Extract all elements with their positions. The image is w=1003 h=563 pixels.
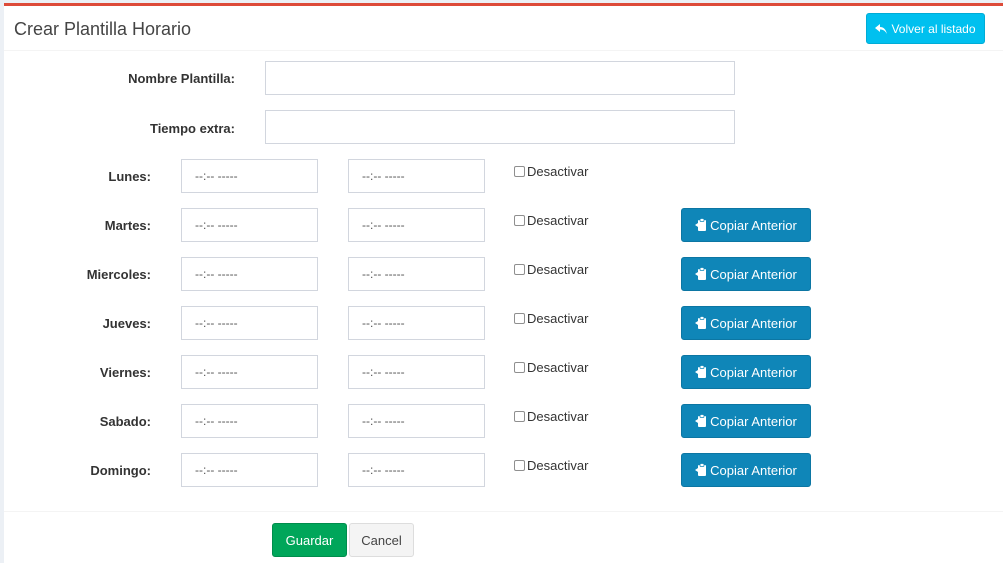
copy-previous-label: Copiar Anterior [710, 266, 797, 282]
lunes-end-time-input[interactable]: --:-- ----- [348, 159, 485, 193]
copy-previous-label: Copiar Anterior [710, 217, 797, 233]
sabado-disable-option: Desactivar [514, 409, 588, 424]
copy-icon [695, 365, 710, 379]
miercoles-copy-previous-button[interactable]: Copiar Anterior [681, 257, 811, 291]
sabado-disable-checkbox[interactable] [514, 411, 525, 422]
viernes-end-time-input[interactable]: --:-- ----- [348, 355, 485, 389]
day-label-sabado: Sabado: [99, 414, 151, 429]
viernes-copy-previous-button[interactable]: Copiar Anterior [681, 355, 811, 389]
martes-copy-previous-button[interactable]: Copiar Anterior [681, 208, 811, 242]
sabado-copy-previous-button[interactable]: Copiar Anterior [681, 404, 811, 438]
domingo-disable-label: Desactivar [527, 458, 589, 473]
day-label-jueves: Jueves: [102, 316, 151, 331]
jueves-disable-checkbox[interactable] [514, 313, 525, 324]
lunes-start-time-input[interactable]: --:-- ----- [181, 159, 318, 193]
martes-end-time-input[interactable]: --:-- ----- [348, 208, 485, 242]
martes-disable-label: Desactivar [527, 213, 589, 228]
copy-previous-label: Copiar Anterior [710, 413, 797, 429]
day-label-domingo: Domingo: [90, 463, 151, 478]
back-to-list-label: Volver al listado [891, 21, 976, 36]
jueves-disable-option: Desactivar [514, 311, 588, 326]
copy-previous-label: Copiar Anterior [710, 315, 797, 331]
miercoles-disable-option: Desactivar [514, 262, 588, 277]
miercoles-disable-label: Desactivar [527, 262, 589, 277]
domingo-start-time-input[interactable]: --:-- ----- [181, 453, 318, 487]
martes-disable-option: Desactivar [514, 213, 588, 228]
sabado-start-time-input[interactable]: --:-- ----- [181, 404, 318, 438]
viernes-start-time-input[interactable]: --:-- ----- [181, 355, 318, 389]
copy-icon [695, 316, 710, 330]
martes-disable-checkbox[interactable] [514, 215, 525, 226]
nombre-plantilla-input[interactable] [265, 61, 735, 95]
martes-start-time-input[interactable]: --:-- ----- [181, 208, 318, 242]
copy-icon [695, 267, 710, 281]
nombre-plantilla-label: Nombre Plantilla: [128, 71, 235, 86]
back-to-list-button[interactable]: Volver al listado [866, 13, 985, 44]
miercoles-start-time-input[interactable]: --:-- ----- [181, 257, 318, 291]
template-form-box: Crear Plantilla Horario Volver al listad… [4, 3, 1003, 563]
reply-icon [875, 23, 888, 34]
tiempo-extra-input[interactable] [265, 110, 735, 144]
jueves-start-time-input[interactable]: --:-- ----- [181, 306, 318, 340]
day-label-lunes: Lunes: [108, 169, 151, 184]
domingo-end-time-input[interactable]: --:-- ----- [348, 453, 485, 487]
lunes-disable-checkbox[interactable] [514, 166, 525, 177]
miercoles-disable-checkbox[interactable] [514, 264, 525, 275]
box-header: Crear Plantilla Horario Volver al listad… [4, 6, 1003, 51]
copy-icon [695, 414, 710, 428]
jueves-disable-label: Desactivar [527, 311, 589, 326]
cancel-button[interactable]: Cancel [349, 523, 414, 557]
domingo-copy-previous-button[interactable]: Copiar Anterior [681, 453, 811, 487]
day-label-miercoles: Miercoles: [86, 267, 151, 282]
tiempo-extra-label: Tiempo extra: [149, 121, 235, 136]
box-footer-divider [4, 511, 1003, 512]
copy-previous-label: Copiar Anterior [710, 462, 797, 478]
page-title: Crear Plantilla Horario [14, 19, 192, 39]
viernes-disable-option: Desactivar [514, 360, 588, 375]
domingo-disable-checkbox[interactable] [514, 460, 525, 471]
viernes-disable-checkbox[interactable] [514, 362, 525, 373]
jueves-end-time-input[interactable]: --:-- ----- [348, 306, 485, 340]
lunes-disable-label: Desactivar [527, 164, 589, 179]
jueves-copy-previous-button[interactable]: Copiar Anterior [681, 306, 811, 340]
save-button[interactable]: Guardar [272, 523, 347, 557]
day-label-martes: Martes: [104, 218, 151, 233]
lunes-disable-option: Desactivar [514, 164, 588, 179]
copy-previous-label: Copiar Anterior [710, 364, 797, 380]
sabado-disable-label: Desactivar [527, 409, 589, 424]
domingo-disable-option: Desactivar [514, 458, 588, 473]
miercoles-end-time-input[interactable]: --:-- ----- [348, 257, 485, 291]
viernes-disable-label: Desactivar [527, 360, 589, 375]
day-label-viernes: Viernes: [99, 365, 151, 380]
copy-icon [695, 463, 710, 477]
sabado-end-time-input[interactable]: --:-- ----- [348, 404, 485, 438]
copy-icon [695, 218, 710, 232]
